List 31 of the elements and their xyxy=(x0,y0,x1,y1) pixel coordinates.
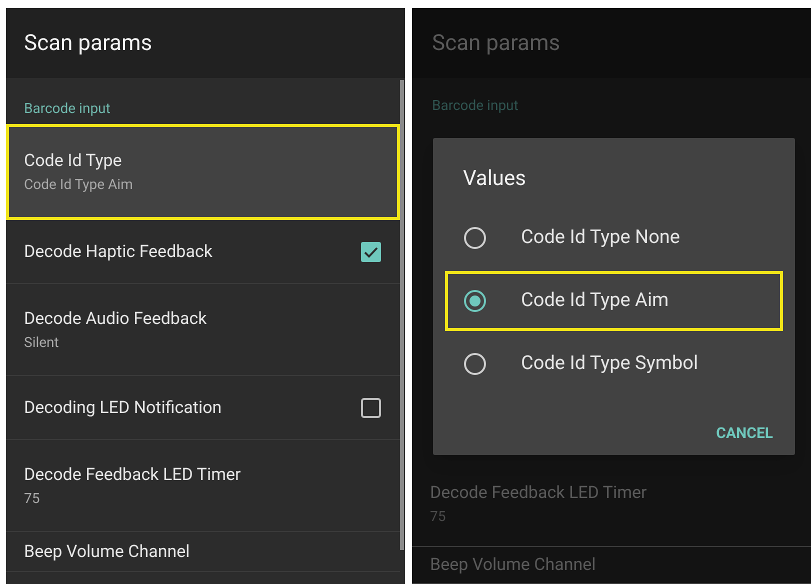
row-title: Beep Volume Channel xyxy=(24,542,190,562)
radio-option[interactable]: Code Id Type Symbol xyxy=(445,334,783,394)
radio-option[interactable]: Code Id Type None xyxy=(445,208,783,268)
row-title: Decode Feedback LED Timer xyxy=(24,464,241,484)
radio-icon[interactable] xyxy=(463,226,487,250)
row-title: Code Id Type xyxy=(24,150,123,170)
screen-title: Scan params xyxy=(24,30,152,58)
section-header: Barcode input xyxy=(24,100,110,119)
radio-icon[interactable] xyxy=(463,352,487,376)
settings-row[interactable]: Decode Haptic Feedback xyxy=(6,220,400,284)
row-summary: Silent xyxy=(24,334,60,350)
screen-title: Scan params xyxy=(432,30,560,58)
settings-row[interactable]: Code Id Type Code Id Type Aim xyxy=(6,124,400,220)
checkbox-icon[interactable] xyxy=(360,396,382,418)
option-label: Code Id Type Aim xyxy=(521,287,669,314)
radio-selected-icon[interactable] xyxy=(463,288,487,312)
row-summary: Code Id Type Aim xyxy=(24,176,133,192)
option-label: Code Id Type None xyxy=(521,224,680,250)
section-header: Barcode input xyxy=(432,96,518,116)
radio-option[interactable]: Code Id Type Aim xyxy=(445,270,783,330)
checkbox-checked-icon[interactable] xyxy=(360,240,382,262)
row-title: Decode Feedback LED Timer xyxy=(430,483,647,504)
row-title: Beep Volume Channel xyxy=(430,555,596,576)
row-summary: 75 xyxy=(24,490,41,506)
row-title: Decode Haptic Feedback xyxy=(24,242,212,262)
row-title: Decoding LED Notification xyxy=(24,398,222,418)
dialog-title: Values xyxy=(462,166,527,193)
row-title: Decode Audio Feedback xyxy=(24,308,207,328)
settings-row[interactable]: Beep Volume Channel xyxy=(6,532,400,572)
cancel-button[interactable]: CANCEL xyxy=(706,416,783,450)
option-label: Code Id Type Symbol xyxy=(521,350,698,376)
